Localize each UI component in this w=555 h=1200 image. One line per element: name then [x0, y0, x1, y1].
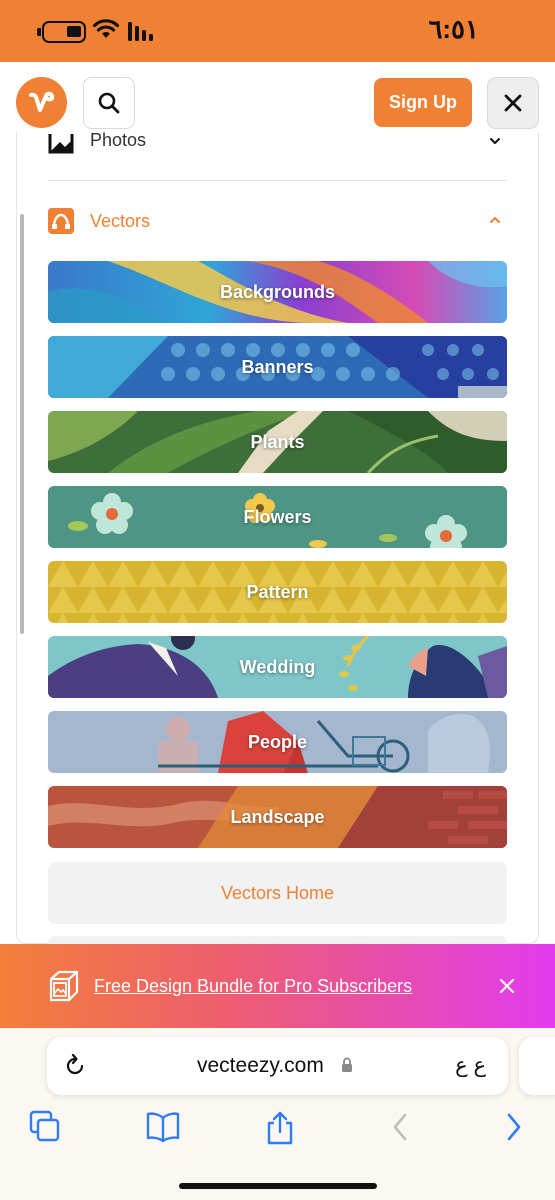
- category-label: Pattern: [246, 581, 309, 602]
- search-button[interactable]: [83, 77, 135, 129]
- battery-icon: [37, 21, 86, 43]
- back-icon[interactable]: [390, 1110, 410, 1144]
- vectors-icon: [48, 208, 74, 234]
- menu-item-vectors[interactable]: Vectors: [48, 207, 507, 237]
- menu-divider: [48, 180, 507, 181]
- menu-item-photos[interactable]: Photos: [48, 125, 507, 157]
- url-text: vecteezy.com: [197, 1054, 324, 1077]
- category-label: Banners: [241, 356, 314, 377]
- category-landscape[interactable]: Landscape: [48, 786, 507, 848]
- lock-icon: [342, 1057, 352, 1072]
- category-label: Wedding: [239, 656, 316, 677]
- home-indicator[interactable]: [179, 1183, 377, 1189]
- category-backgrounds[interactable]: Backgrounds: [48, 261, 507, 323]
- close-menu-button[interactable]: [487, 77, 539, 129]
- category-people[interactable]: People: [48, 711, 507, 773]
- category-label: People: [247, 731, 308, 752]
- category-label: Backgrounds: [219, 281, 336, 302]
- menu-item-photos-label: Photos: [90, 130, 147, 150]
- chevron-up-icon: [490, 217, 500, 223]
- sign-up-button[interactable]: Sign Up: [374, 78, 472, 127]
- promo-banner: Free Design Bundle for Pro Subscribers: [0, 944, 555, 1028]
- status-bar: ٦:٥١: [0, 0, 555, 62]
- reader-button[interactable]: ع ع: [455, 1053, 486, 1078]
- vectors-home-button[interactable]: Vectors Home: [48, 862, 507, 924]
- category-banners[interactable]: Banners: [48, 336, 507, 398]
- close-icon: [504, 94, 522, 112]
- share-icon[interactable]: [265, 1110, 295, 1146]
- reload-icon[interactable]: [63, 1054, 87, 1078]
- menu-item-vectors-label: Vectors: [90, 211, 151, 231]
- promo-close-icon[interactable]: [498, 977, 516, 995]
- category-label: Flowers: [243, 506, 312, 527]
- menu-scrollbar[interactable]: [20, 214, 24, 634]
- category-label: Plants: [250, 431, 305, 452]
- category-label: Landscape: [230, 806, 325, 827]
- next-tab-preview[interactable]: [519, 1037, 555, 1095]
- address-bar[interactable]: vecteezy.com ع ع: [47, 1037, 508, 1095]
- forward-icon[interactable]: [504, 1110, 524, 1144]
- category-plants[interactable]: Plants: [48, 411, 507, 473]
- status-time: ٦:٥١: [428, 14, 479, 44]
- chevron-down-icon: [490, 138, 500, 144]
- photo-icon: [48, 130, 74, 154]
- gift-box-icon: [49, 970, 79, 1002]
- bookmarks-icon[interactable]: [145, 1110, 181, 1144]
- signal-icon: [128, 22, 153, 41]
- category-wedding[interactable]: Wedding: [48, 636, 507, 698]
- vecteezy-logo[interactable]: [16, 77, 67, 128]
- promo-link[interactable]: Free Design Bundle for Pro Subscribers: [94, 976, 412, 997]
- category-flowers[interactable]: Flowers: [48, 486, 507, 548]
- tabs-icon[interactable]: [29, 1110, 61, 1144]
- wifi-icon: [92, 19, 120, 38]
- category-pattern[interactable]: Pattern: [48, 561, 507, 623]
- search-icon: [98, 92, 120, 114]
